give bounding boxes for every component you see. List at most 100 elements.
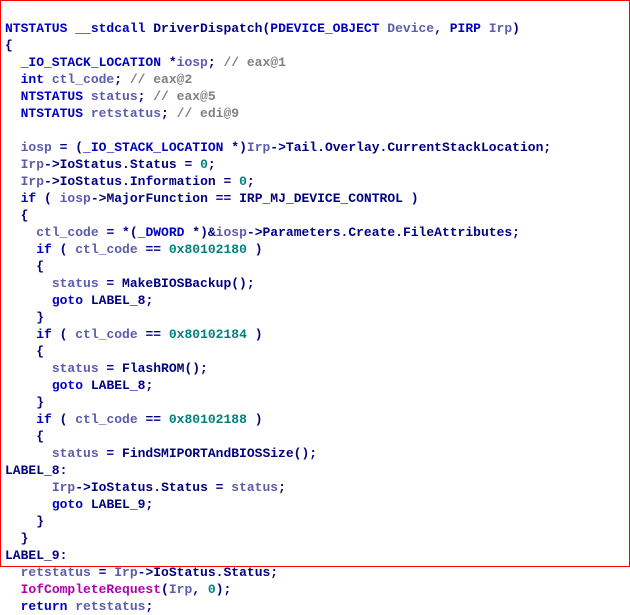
- param-name: Irp: [489, 21, 512, 36]
- op: ==: [138, 327, 169, 342]
- op: .: [317, 140, 325, 155]
- keyword: if: [21, 191, 37, 206]
- op: = (: [52, 140, 83, 155]
- code-line: IofCompleteRequest(Irp, 0);: [5, 582, 231, 597]
- member: MajorFunction: [106, 191, 207, 206]
- keyword: goto: [52, 497, 83, 512]
- op: ): [247, 327, 263, 342]
- code-line: ctl_code = *(_DWORD *)&iosp->Parameters.…: [5, 225, 520, 240]
- brace: {: [5, 38, 13, 53]
- op: ();: [231, 276, 254, 291]
- sep: ,: [434, 21, 450, 36]
- calling-conv: __stdcall: [75, 21, 153, 36]
- var: iosp: [60, 191, 91, 206]
- op: =: [208, 480, 231, 495]
- member: Parameters: [263, 225, 341, 240]
- semi: ;: [161, 106, 177, 121]
- op: );: [216, 582, 232, 597]
- op: *)&: [192, 225, 215, 240]
- brace: {: [5, 429, 44, 444]
- semi: ;: [270, 565, 278, 580]
- op: ();: [294, 446, 317, 461]
- var: Irp: [21, 157, 44, 172]
- code-line: int ctl_code; // eax@2: [5, 72, 192, 87]
- brace: }: [5, 395, 44, 410]
- op: ,: [192, 582, 208, 597]
- func-call: FindSMIPORTAndBIOSSize: [122, 446, 294, 461]
- code-line: retstatus = Irp->IoStatus.Status;: [5, 565, 278, 580]
- op: .: [122, 157, 130, 172]
- op: =: [91, 565, 114, 580]
- param-name: Device: [387, 21, 434, 36]
- op: ): [247, 412, 263, 427]
- op: ==: [138, 412, 169, 427]
- brace: {: [5, 344, 44, 359]
- code-line: return retstatus;: [5, 599, 153, 614]
- var: Irp: [247, 140, 270, 155]
- member: Status: [130, 157, 177, 172]
- number: 0x80102184: [169, 327, 247, 342]
- number: 0x80102180: [169, 242, 247, 257]
- func-call: FlashROM: [122, 361, 184, 376]
- op: ==: [208, 191, 239, 206]
- type-kw: NTSTATUS: [5, 106, 91, 121]
- var-name: status: [91, 89, 138, 104]
- op: =: [99, 361, 122, 376]
- semi: ;: [278, 480, 286, 495]
- var: ctl_code: [36, 225, 98, 240]
- member: IoStatus: [153, 565, 215, 580]
- code-viewer: NTSTATUS __stdcall DriverDispatch(PDEVIC…: [0, 0, 630, 567]
- op: ->: [270, 140, 286, 155]
- op: ->: [44, 157, 60, 172]
- semi: ;: [145, 497, 153, 512]
- keyword: goto: [52, 293, 83, 308]
- op: ->: [91, 191, 107, 206]
- var: ctl_code: [75, 412, 137, 427]
- var: status: [52, 361, 99, 376]
- op: ->: [44, 174, 60, 189]
- member: Status: [161, 480, 208, 495]
- label-ref: LABEL_8: [91, 378, 146, 393]
- code-line: NTSTATUS __stdcall DriverDispatch(PDEVIC…: [5, 21, 520, 36]
- label-ref: LABEL_9: [91, 497, 146, 512]
- member: IoStatus: [60, 157, 122, 172]
- keyword: if: [36, 242, 52, 257]
- var: retstatus: [75, 599, 145, 614]
- code-line: iosp = (_IO_STACK_LOCATION *)Irp->Tail.O…: [5, 140, 551, 155]
- brace: }: [5, 310, 44, 325]
- code-line: status = MakeBIOSBackup();: [5, 276, 255, 291]
- var-name: iosp: [177, 55, 208, 70]
- op: ->: [75, 480, 91, 495]
- op: (: [52, 327, 75, 342]
- var-name: retstatus: [91, 106, 161, 121]
- op: ();: [184, 361, 207, 376]
- semi: ;: [145, 293, 153, 308]
- op: (: [52, 242, 75, 257]
- number: 0: [200, 157, 208, 172]
- member: IoStatus: [60, 174, 122, 189]
- label-def: LABEL_9:: [5, 548, 67, 563]
- paren: ): [512, 21, 520, 36]
- member: Create: [348, 225, 395, 240]
- op: ->: [247, 225, 263, 240]
- op: =: [99, 446, 122, 461]
- member: IoStatus: [91, 480, 153, 495]
- semi: ;: [145, 378, 153, 393]
- op: ==: [138, 242, 169, 257]
- code-line: NTSTATUS status; // eax@5: [5, 89, 216, 104]
- type-kw: int: [5, 72, 52, 87]
- semi: ;: [145, 599, 153, 614]
- var: status: [52, 276, 99, 291]
- brace: {: [5, 259, 44, 274]
- ptr: *: [169, 55, 177, 70]
- code-line: if ( ctl_code == 0x80102184 ): [5, 327, 263, 342]
- semi: ;: [512, 225, 520, 240]
- code-line: goto LABEL_8;: [5, 293, 153, 308]
- member: Status: [223, 565, 270, 580]
- func-call: MakeBIOSBackup: [122, 276, 231, 291]
- param-type: PDEVICE_OBJECT: [270, 21, 387, 36]
- var: iosp: [21, 140, 52, 155]
- semi: ;: [138, 89, 154, 104]
- code-line: goto LABEL_9;: [5, 497, 153, 512]
- member: Tail: [286, 140, 317, 155]
